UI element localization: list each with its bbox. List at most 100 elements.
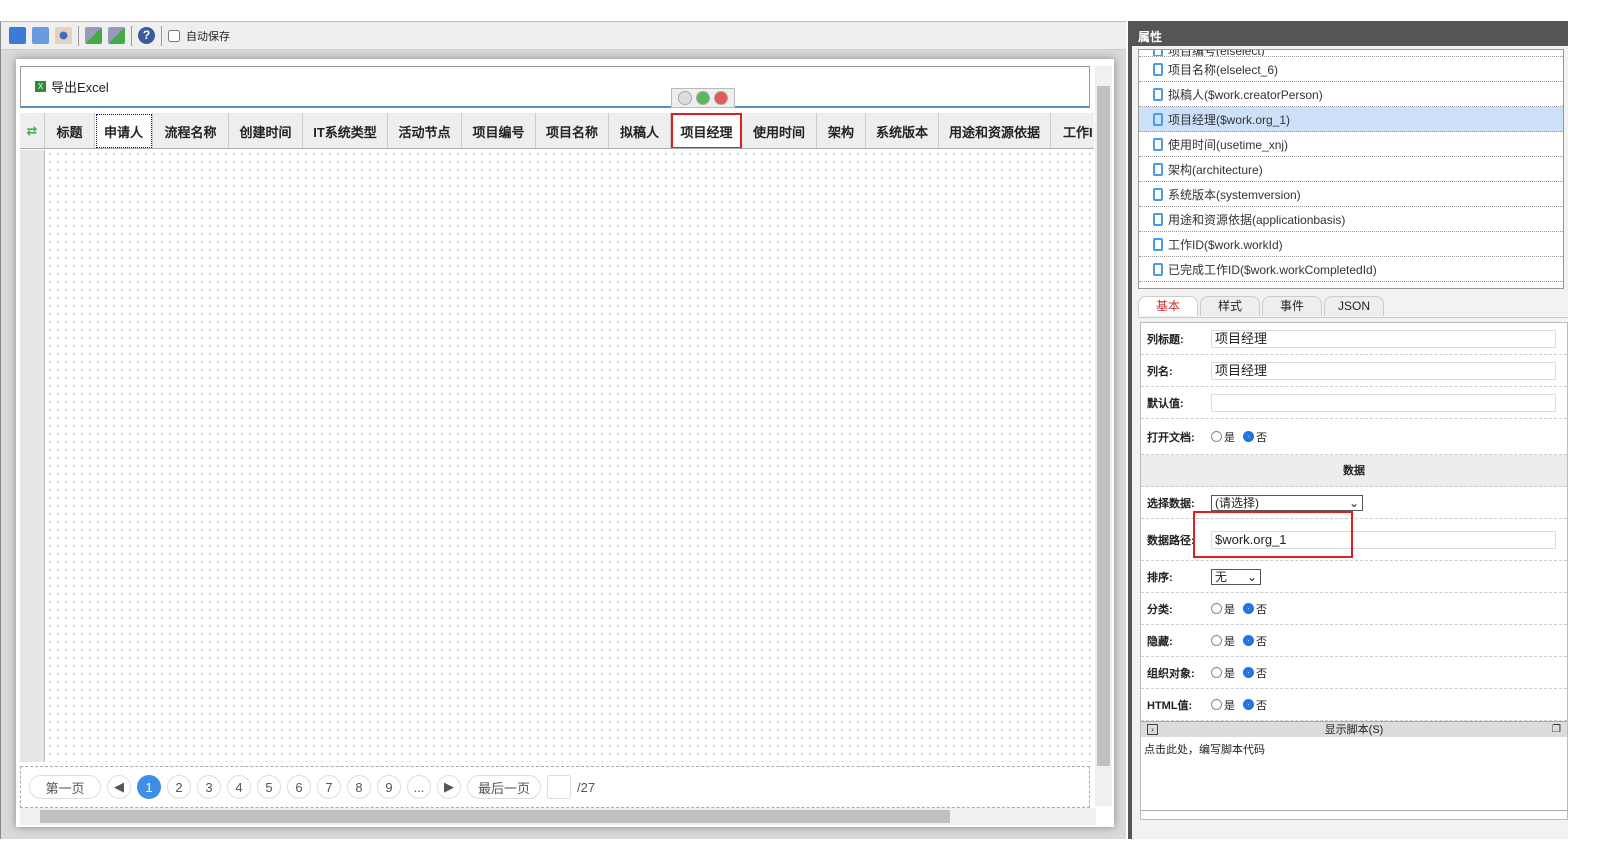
column-name-input[interactable]: 项目经理 [1211, 361, 1556, 380]
export-icon[interactable] [108, 27, 125, 44]
import-icon[interactable] [85, 27, 102, 44]
vertical-scrollbar[interactable] [1095, 66, 1112, 806]
list-item-label: 用途和资源依据(applicationbasis) [1168, 212, 1346, 227]
column-header[interactable]: 拟稿人 [609, 113, 671, 148]
field-list: 项目编号(elselect) 项目名称(elselect_6) 拟稿人($wor… [1138, 49, 1564, 289]
script-editor[interactable]: 点击此处，编写脚本代码 [1141, 737, 1567, 811]
field-icon [1153, 50, 1163, 56]
column-header[interactable]: 流程名称 [153, 113, 229, 148]
grid-header: ⇄ 标题 申请人 流程名称 创建时间 IT系统类型 活动节点 项目编号 项目名称… [20, 113, 1094, 149]
radio-no[interactable]: 否 [1243, 665, 1267, 681]
radio-label: 否 [1256, 635, 1267, 648]
select-value: 无 [1215, 570, 1228, 584]
list-item[interactable]: 项目名称(elselect_6) [1139, 57, 1563, 82]
export-excel-button[interactable]: 导出Excel [51, 77, 109, 96]
page-button[interactable]: 1 [137, 775, 161, 799]
expand-icon[interactable]: › [1147, 724, 1158, 735]
column-header[interactable]: 系统版本 [866, 113, 939, 148]
page-button[interactable]: 2 [167, 775, 191, 799]
prev-page-button[interactable]: ◀ [107, 775, 131, 799]
column-title-input[interactable]: 项目经理 [1211, 329, 1556, 348]
first-page-button[interactable]: 第一页 [29, 775, 101, 799]
sort-dropdown[interactable]: 无 ⌄ [1211, 568, 1261, 585]
column-header[interactable]: 项目编号 [462, 113, 536, 148]
save-icon[interactable] [9, 27, 26, 44]
toolbar: ? 自动保存 [1, 22, 1126, 50]
remove-column-icon[interactable] [714, 91, 728, 105]
tab-events[interactable]: 事件 [1262, 296, 1322, 316]
column-header[interactable]: 工作I [1051, 113, 1094, 148]
field-label: 分类: [1147, 603, 1173, 616]
radio-label: 否 [1256, 603, 1267, 616]
column-header[interactable]: IT系统类型 [303, 113, 388, 148]
default-value-input[interactable] [1211, 393, 1556, 412]
radio-no[interactable]: 否 [1243, 633, 1267, 649]
select-data-dropdown[interactable]: (请选择) ⌄ [1211, 494, 1363, 511]
add-column-icon[interactable] [696, 91, 710, 105]
field-label: 排序: [1147, 571, 1173, 584]
highlight-box [1193, 511, 1353, 558]
radio-no[interactable]: 否 [1243, 429, 1267, 445]
list-item[interactable]: 项目编号(elselect) [1139, 50, 1563, 57]
radio-label: 否 [1256, 431, 1267, 444]
excel-icon: X [35, 81, 46, 92]
refresh-icon[interactable]: ⇄ [20, 113, 45, 148]
property-form: 列标题: 项目经理 列名: 项目经理 默认值: 打开文档: 是 否 数据 选择数据:… [1140, 322, 1568, 820]
radio-yes[interactable]: 是 [1211, 601, 1235, 617]
column-header[interactable]: 创建时间 [229, 113, 303, 148]
list-item[interactable]: 工作ID($work.workId) [1139, 232, 1563, 257]
page-total: /27 [577, 779, 596, 795]
scroll-thumb[interactable] [40, 810, 950, 823]
move-icon[interactable] [678, 91, 692, 105]
page-input[interactable] [547, 775, 571, 799]
tab-style[interactable]: 样式 [1200, 296, 1260, 316]
page-button[interactable]: 3 [197, 775, 221, 799]
column-header[interactable]: 用途和资源依据 [939, 113, 1051, 148]
radio-yes[interactable]: 是 [1211, 429, 1235, 445]
maximize-icon[interactable]: ❐ [1552, 722, 1561, 738]
list-item[interactable]: 架构(architecture) [1139, 157, 1563, 182]
page-button[interactable]: 6 [287, 775, 311, 799]
radio-no[interactable]: 否 [1243, 697, 1267, 713]
tab-basic[interactable]: 基本 [1138, 296, 1198, 316]
divider [131, 25, 132, 46]
page-ellipsis[interactable]: ... [407, 775, 431, 799]
list-item[interactable]: 拟稿人($work.creatorPerson) [1139, 82, 1563, 107]
radio-yes[interactable]: 是 [1211, 633, 1235, 649]
radio-label: 是 [1224, 699, 1235, 712]
column-header[interactable]: 标题 [45, 113, 95, 148]
script-header[interactable]: › 显示脚本(S) ❐ [1141, 721, 1567, 737]
column-header[interactable]: 申请人 [95, 113, 153, 148]
save-as-icon[interactable] [32, 27, 49, 44]
horizontal-scrollbar[interactable] [20, 808, 1096, 825]
page-button[interactable]: 9 [377, 775, 401, 799]
page-button[interactable]: 5 [257, 775, 281, 799]
tab-json[interactable]: JSON [1324, 296, 1384, 316]
column-header[interactable]: 架构 [817, 113, 866, 148]
form-designer: ? 自动保存 X 导出Excel ⇄ 标题 申请人 流程名称 创建时间 IT系统… [0, 21, 1126, 839]
radio-no[interactable]: 否 [1243, 601, 1267, 617]
list-item[interactable]: 用途和资源依据(applicationbasis) [1139, 207, 1563, 232]
list-item[interactable]: 系统版本(systemversion) [1139, 182, 1563, 207]
page-button[interactable]: 7 [317, 775, 341, 799]
last-page-button[interactable]: 最后一页 [467, 775, 541, 799]
list-item[interactable]: 已完成工作ID($work.workCompletedId) [1139, 257, 1563, 282]
scroll-thumb[interactable] [1097, 86, 1110, 766]
autosave-checkbox[interactable] [168, 29, 180, 42]
list-item-label: 项目经理($work.org_1) [1168, 112, 1291, 127]
radio-yes[interactable]: 是 [1211, 697, 1235, 713]
radio-yes[interactable]: 是 [1211, 665, 1235, 681]
preview-icon[interactable] [55, 27, 72, 44]
next-page-button[interactable]: ▶ [437, 775, 461, 799]
column-header[interactable]: 使用时间 [742, 113, 817, 148]
column-controls [671, 88, 735, 108]
list-item[interactable]: 使用时间(usetime_xnj) [1139, 132, 1563, 157]
grid-body [46, 150, 1094, 762]
column-header[interactable]: 活动节点 [388, 113, 462, 148]
column-header[interactable]: 项目名称 [536, 113, 609, 148]
column-header-selected[interactable]: 项目经理 [671, 113, 742, 148]
page-button[interactable]: 8 [347, 775, 371, 799]
list-item-selected[interactable]: 项目经理($work.org_1) [1139, 107, 1563, 132]
field-icon [1153, 62, 1163, 76]
page-button[interactable]: 4 [227, 775, 251, 799]
